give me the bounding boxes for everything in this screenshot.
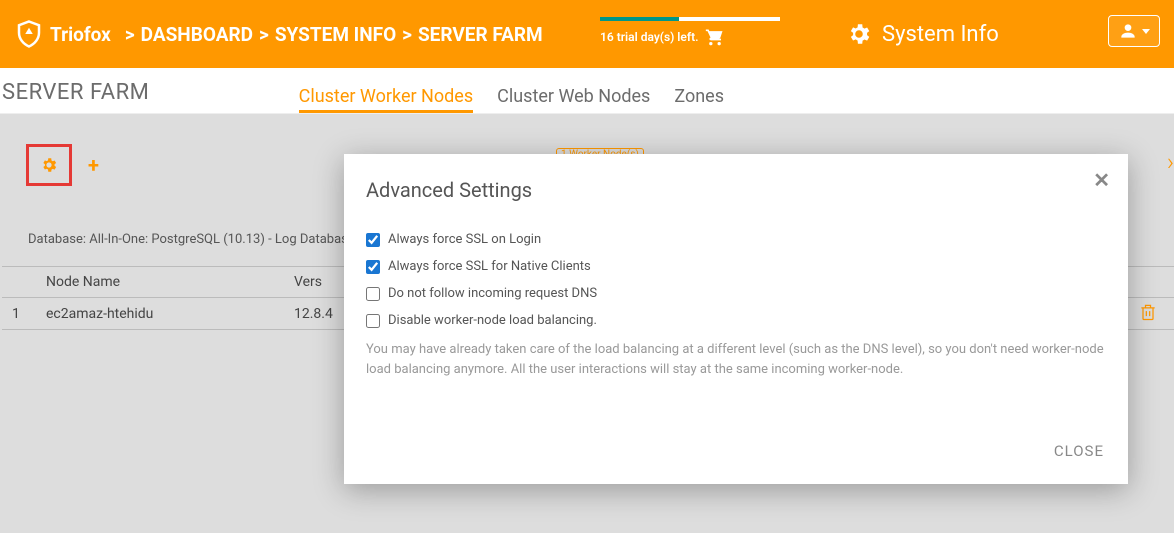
checkbox-force-ssl-native[interactable] — [366, 260, 380, 274]
close-button[interactable]: CLOSE — [1052, 436, 1106, 466]
tab-cluster-web-nodes[interactable]: Cluster Web Nodes — [497, 86, 650, 113]
label-disable-load-balancing: Disable worker-node load balancing. — [388, 313, 597, 328]
trial-days-text: 16 trial day(s) left. — [600, 30, 699, 44]
breadcrumb-sep: > — [259, 23, 269, 46]
trial-status: 16 trial day(s) left. — [600, 17, 780, 47]
checkbox-disable-load-balancing[interactable] — [366, 314, 380, 328]
tab-zones[interactable]: Zones — [674, 86, 724, 113]
label-force-ssl-login: Always force SSL on Login — [388, 232, 541, 247]
cart-icon[interactable] — [705, 27, 725, 47]
help-text: You may have already taken care of the l… — [366, 340, 1106, 380]
label-no-follow-dns: Do not follow incoming request DNS — [388, 286, 597, 301]
breadcrumb-systeminfo[interactable]: SYSTEM INFO — [275, 23, 396, 46]
chevron-down-icon — [1142, 29, 1150, 34]
label-force-ssl-native: Always force SSL for Native Clients — [388, 259, 591, 274]
modal-footer: CLOSE — [366, 436, 1106, 466]
modal-close-button[interactable]: ✕ — [1093, 168, 1110, 192]
checkbox-force-ssl-login[interactable] — [366, 233, 380, 247]
user-menu-button[interactable] — [1108, 15, 1160, 47]
breadcrumb-serverfarm[interactable]: SERVER FARM — [418, 23, 543, 46]
col-node-name: Node Name — [46, 274, 294, 290]
add-node-button[interactable]: + — [88, 153, 99, 177]
modal-options: Always force SSL on Login Always force S… — [366, 232, 1106, 380]
breadcrumb-dashboard[interactable]: DASHBOARD — [141, 23, 253, 46]
breadcrumb-sep: > — [125, 23, 135, 46]
advanced-settings-button[interactable] — [26, 144, 72, 186]
advanced-settings-modal: Advanced Settings ✕ Always force SSL on … — [344, 154, 1128, 484]
toolbar: + — [26, 144, 99, 186]
user-icon — [1118, 21, 1138, 41]
gear-icon — [40, 156, 58, 174]
modal-title: Advanced Settings — [366, 178, 532, 202]
page-title: SERVER FARM — [2, 80, 149, 113]
row-index: 1 — [2, 306, 46, 322]
gear-icon — [846, 21, 872, 47]
checkbox-no-follow-dns[interactable] — [366, 287, 380, 301]
chevron-right-icon: › — [1167, 148, 1174, 176]
breadcrumb-sep: > — [402, 23, 412, 46]
brand-name: Triofox — [50, 23, 111, 46]
sub-header: SERVER FARM Cluster Worker Nodes Cluster… — [0, 68, 1174, 114]
logo-wrap: Triofox — [14, 19, 111, 49]
content-area: + 1 Worker Node(s) › Database: All-In-On… — [0, 114, 1174, 533]
shield-logo-icon — [14, 19, 44, 49]
row-node-name: ec2amaz-htehidu — [46, 306, 294, 322]
system-info-link[interactable]: System Info — [846, 21, 999, 47]
top-bar: Triofox > DASHBOARD > SYSTEM INFO > SERV… — [0, 0, 1174, 68]
tab-cluster-worker-nodes[interactable]: Cluster Worker Nodes — [299, 86, 474, 113]
database-info: Database: All-In-One: PostgreSQL (10.13)… — [28, 232, 358, 247]
system-info-label: System Info — [882, 22, 999, 47]
trial-progress-bar — [600, 17, 780, 21]
trash-icon[interactable] — [1138, 302, 1158, 322]
tab-bar: Cluster Worker Nodes Cluster Web Nodes Z… — [299, 86, 724, 113]
